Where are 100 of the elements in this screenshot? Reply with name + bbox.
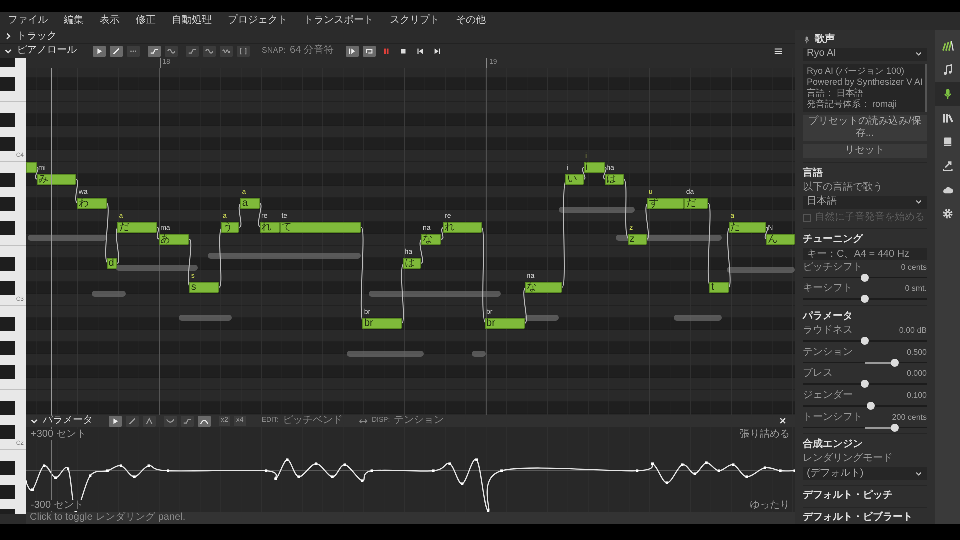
menu-item[interactable]: 編集 [64, 15, 84, 27]
horizontal-arrows-icon[interactable] [358, 416, 368, 426]
snap-value: 64 分音符 [290, 45, 334, 57]
dropdown[interactable]: 日本語 [803, 196, 927, 209]
note[interactable]: い [565, 174, 584, 185]
piano-keyboard[interactable] [0, 58, 26, 514]
tool-button[interactable] [203, 46, 216, 56]
info-line: Powered by Synthesizer V AI [807, 76, 921, 88]
note[interactable]: だ [117, 222, 157, 233]
slider-thumb[interactable] [890, 424, 899, 432]
note[interactable]: a [240, 198, 260, 209]
tool-button[interactable] [220, 46, 233, 56]
note[interactable]: は [402, 258, 422, 269]
slider-fill [865, 426, 891, 429]
close-icon[interactable] [779, 417, 787, 425]
pitch-bend-curve[interactable] [26, 458, 795, 512]
section-title: デフォルト・ピッチ [803, 490, 894, 502]
note[interactable]: れ [260, 222, 280, 233]
note[interactable]: て [280, 222, 362, 233]
tool-button[interactable] [109, 416, 122, 426]
axis-label: -300 セント [30, 500, 85, 511]
slider-value: 0.000 [906, 368, 927, 380]
settings-icon [942, 208, 954, 220]
slider-value: 0.00 dB [899, 325, 927, 338]
slider-thumb[interactable] [861, 380, 869, 388]
menu-icon[interactable] [774, 46, 783, 56]
dropdown[interactable]: Ryo AI [803, 48, 927, 61]
tool-button[interactable] [237, 46, 250, 56]
tool-button[interactable] [93, 46, 106, 56]
note[interactable]: br [484, 318, 525, 329]
dip-curve-icon [166, 416, 175, 426]
note[interactable]: み [36, 174, 76, 185]
menu-item[interactable]: プロジェクト [228, 15, 288, 27]
note[interactable]: た [728, 222, 766, 233]
note[interactable]: は [604, 174, 624, 185]
slider-thumb[interactable] [867, 402, 876, 410]
waveform [674, 315, 722, 321]
note[interactable]: d [106, 258, 118, 269]
note[interactable]: わ [76, 198, 107, 209]
note[interactable]: i [584, 162, 605, 173]
section-title: デフォルト・ビブラート [803, 512, 914, 524]
note[interactable]: ん [766, 234, 795, 245]
playhead-line[interactable] [50, 68, 52, 415]
chevron-right-icon[interactable] [4, 32, 13, 41]
key-field[interactable]: キー：C、A4 = 440 Hz [803, 248, 927, 260]
tool-button[interactable] [165, 46, 178, 56]
tool-button[interactable] [110, 46, 123, 56]
menu-item[interactable]: 修正 [136, 15, 156, 27]
menu-item[interactable]: その他 [456, 15, 486, 27]
note[interactable]: t [709, 282, 729, 293]
slider-label: キーシフト [803, 283, 853, 296]
note[interactable]: s [189, 282, 220, 293]
waveform [92, 291, 126, 297]
loop-icon [364, 46, 374, 56]
slider-thumb[interactable] [861, 337, 869, 346]
chevron-down-icon[interactable] [30, 416, 39, 426]
slider-thumb[interactable] [861, 274, 869, 282]
panel-button[interactable]: リセット [803, 144, 927, 158]
menu-item[interactable]: ファイル [8, 15, 48, 27]
note[interactable]: z [628, 234, 647, 245]
slider-fill [865, 362, 891, 364]
skip-forward-icon [432, 46, 442, 56]
note[interactable]: な [524, 282, 562, 293]
slider-thumb[interactable] [890, 358, 899, 367]
skip-back-icon [416, 46, 425, 56]
tool-button[interactable] [148, 46, 161, 56]
note[interactable]: う [221, 222, 240, 233]
panel-button[interactable]: プリセットの読み込み/保存... [803, 114, 927, 141]
slider-value: 0.100 [906, 390, 927, 402]
section-title: 言語 [803, 168, 824, 180]
dropdown[interactable]: (デフォルト) [803, 467, 927, 480]
note[interactable]: ず [646, 198, 684, 209]
menu-item[interactable]: トランスポート [304, 15, 374, 27]
tool-button[interactable] [198, 416, 211, 426]
tool-button[interactable] [186, 46, 199, 56]
menu-item[interactable]: スクリプト [390, 15, 440, 27]
chevron-down-icon [915, 198, 923, 206]
logo-icon [942, 40, 954, 52]
slider-label: テンション [803, 346, 853, 359]
slider-thumb[interactable] [861, 295, 869, 304]
transport-button[interactable] [362, 46, 376, 56]
pointer-icon [95, 46, 104, 56]
field-label: レンダリングモード [803, 453, 894, 466]
note[interactable]: だ [684, 198, 708, 209]
transport-button[interactable] [346, 46, 359, 56]
peak-icon [145, 416, 154, 426]
menu-item[interactable]: 表示 [100, 15, 120, 27]
vibrato-icon [222, 46, 231, 56]
chevron-down-icon[interactable] [4, 46, 13, 56]
note[interactable]: な [421, 234, 442, 245]
section-title: ピアノロール [17, 45, 77, 57]
sidebar-tab[interactable] [935, 82, 960, 106]
menu-item[interactable]: 自動処理 [172, 15, 212, 27]
note[interactable]: あ [158, 234, 190, 245]
note[interactable]: れ [443, 222, 482, 233]
note[interactable]: br [362, 318, 402, 329]
slider-label: トーンシフト [803, 412, 863, 424]
chevron-down-icon [915, 50, 923, 58]
section-title: 歌声 [815, 34, 835, 46]
music-note-icon [942, 64, 954, 76]
